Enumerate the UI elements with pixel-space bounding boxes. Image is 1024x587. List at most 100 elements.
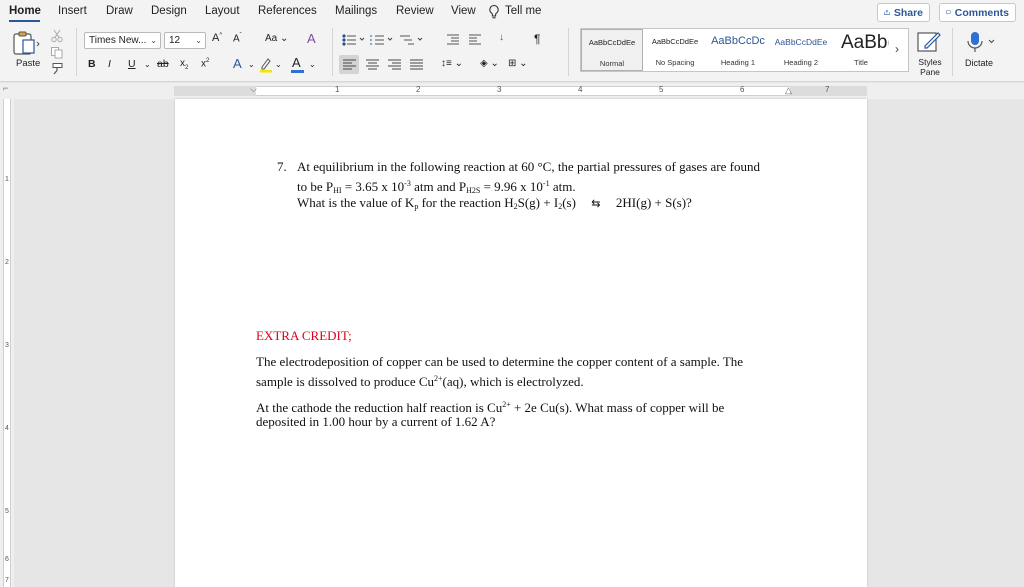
style-name: Heading 2 — [783, 58, 819, 67]
cut-icon[interactable] — [50, 29, 64, 43]
tab-draw[interactable]: Draw — [106, 5, 133, 17]
style-heading-2[interactable]: AaBbCcDdEe Heading 2 — [770, 29, 832, 71]
style-sample: AaBbCcDc — [711, 35, 765, 47]
ruler-number: 5 — [659, 85, 664, 94]
microphone-icon[interactable] — [966, 30, 996, 54]
share-label: Share — [893, 6, 923, 19]
word-app: Home Insert Draw Design Layout Reference… — [0, 0, 1024, 587]
text-run: + 2e Cu(s). What mass of copper will be — [510, 400, 725, 415]
lightbulb-icon — [489, 4, 499, 19]
show-formatting-icon[interactable]: ¶ — [534, 32, 540, 46]
font-color-bar — [291, 70, 304, 73]
text-run: S(g) + I — [517, 195, 559, 210]
text-run: for the reaction H — [418, 195, 514, 210]
ruler-number: 4 — [578, 85, 583, 94]
alignment-icons[interactable] — [342, 58, 432, 72]
borders-icon[interactable]: ⊞ ⌄ — [508, 58, 528, 69]
comments-button[interactable]: Comments — [939, 3, 1016, 22]
right-indent-marker-icon[interactable]: △ — [785, 85, 792, 96]
subscript-icon[interactable]: x2 — [180, 58, 188, 71]
paste-label: Paste — [16, 58, 41, 69]
superscript-text: 2+ — [502, 400, 511, 409]
vertical-ruler[interactable]: 1 2 3 4 5 6 7 — [0, 99, 14, 587]
divider — [76, 28, 77, 76]
question-number: 7. — [277, 159, 287, 174]
style-sample: AaBbCcDdEe — [651, 37, 699, 46]
indent-marker-icon[interactable]: ⌵ — [250, 84, 257, 95]
share-button[interactable]: Share — [877, 3, 930, 22]
tab-insert[interactable]: Insert — [58, 5, 87, 17]
text-run: 2HI(g) + S(s)? — [615, 195, 692, 210]
divider — [568, 28, 569, 76]
font-name-select[interactable]: Times New... ⌄ — [84, 32, 161, 49]
chevron-down-icon[interactable]: ⌄ — [309, 60, 316, 69]
text-effects-icon[interactable]: A — [233, 56, 242, 71]
question-text-line: What is the value of Kp for the reaction… — [297, 194, 692, 215]
text-run: sample is dissolved to produce Cu — [256, 374, 435, 389]
text-run: = 9.96 x 10 — [480, 179, 543, 194]
tab-home[interactable]: Home — [9, 5, 41, 17]
text-run: atm and P — [410, 179, 467, 194]
line-spacing-icon[interactable]: ↕≡ ⌄ — [441, 58, 463, 69]
tab-view[interactable]: View — [451, 5, 476, 17]
text-run: = 3.65 x 10 — [341, 179, 405, 194]
tell-me-search[interactable]: Tell me — [505, 5, 541, 17]
ruler-text-area — [174, 86, 867, 96]
style-normal[interactable]: AaBbCcDdEe Normal — [581, 29, 643, 71]
comments-label: Comments — [954, 6, 1009, 19]
tab-review[interactable]: Review — [396, 5, 434, 17]
style-heading-1[interactable]: AaBbCcDc Heading 1 — [707, 29, 769, 71]
vruler-number: 7 — [5, 577, 9, 584]
style-sample: AaBb( — [841, 32, 889, 53]
ruler-number: 7 — [825, 85, 830, 94]
question-text-line: At equilibrium in the following reaction… — [297, 159, 760, 174]
document-page[interactable]: 7. At equilibrium in the following react… — [175, 99, 867, 587]
chevron-down-icon[interactable]: ⌄ — [248, 60, 255, 69]
ruler-number: 3 — [497, 85, 502, 94]
chevron-right-icon[interactable]: › — [895, 42, 899, 56]
italic-icon[interactable]: I — [108, 58, 111, 70]
paste-icon[interactable] — [11, 30, 41, 56]
styles-gallery: AaBbCcDdEe Normal AaBbCcDdEe No Spacing … — [580, 28, 909, 72]
shrink-font-icon[interactable]: Aˇ — [233, 33, 242, 44]
equilibrium-arrow: ⇆ — [591, 198, 601, 210]
vruler-number: 2 — [5, 259, 9, 266]
tab-layout[interactable]: Layout — [205, 5, 240, 17]
extra-credit-heading: EXTRA CREDIT; — [256, 328, 352, 343]
ruler-left-margin — [174, 86, 256, 96]
superscript-icon[interactable]: x2 — [201, 58, 209, 69]
change-case-icon[interactable]: Aa ⌄ — [265, 33, 288, 44]
tab-stop-selector-icon[interactable]: ⌐ — [3, 83, 8, 93]
font-color-icon[interactable]: A — [292, 55, 301, 70]
underline-icon[interactable]: U — [128, 58, 136, 70]
font-size-select[interactable]: 12 ⌄ — [164, 32, 206, 49]
strikethrough-icon[interactable]: ab — [157, 58, 169, 70]
text-run: to be P — [297, 179, 334, 194]
chevron-down-icon[interactable]: ⌄ — [275, 60, 282, 69]
divider — [332, 28, 333, 76]
superscript-text: -1 — [542, 179, 550, 188]
shading-icon[interactable]: ◈ ⌄ — [480, 58, 499, 69]
style-no-spacing[interactable]: AaBbCcDdEe No Spacing — [644, 29, 706, 71]
grow-font-icon[interactable]: A^ — [212, 32, 222, 44]
vruler-number: 1 — [5, 176, 9, 183]
bold-icon[interactable]: B — [88, 58, 96, 70]
style-title[interactable]: AaBb( Title — [833, 29, 889, 71]
indent-icons[interactable] — [446, 33, 482, 47]
font-name-value: Times New... — [89, 35, 147, 46]
highlight-icon[interactable] — [259, 57, 273, 73]
dictate-label: Dictate — [965, 58, 994, 68]
format-painter-icon[interactable] — [50, 62, 64, 76]
tab-mailings[interactable]: Mailings — [335, 5, 377, 17]
list-buttons-icon[interactable] — [340, 33, 440, 47]
tab-references[interactable]: References — [258, 5, 317, 17]
copy-icon[interactable] — [50, 46, 64, 59]
tab-design[interactable]: Design — [151, 5, 187, 17]
paragraph-line: deposited in 1.00 hour by a current of 1… — [256, 414, 496, 429]
horizontal-ruler[interactable]: ⌐ ⌵ △ 1 2 3 4 5 6 7 — [0, 83, 1024, 99]
clear-formatting-icon[interactable]: A — [307, 31, 316, 46]
sort-icon[interactable]: ↓ — [499, 32, 504, 43]
chevron-down-icon[interactable]: ⌄ — [144, 60, 151, 69]
styles-pane-icon[interactable] — [916, 30, 942, 54]
style-name: Heading 1 — [720, 58, 756, 67]
